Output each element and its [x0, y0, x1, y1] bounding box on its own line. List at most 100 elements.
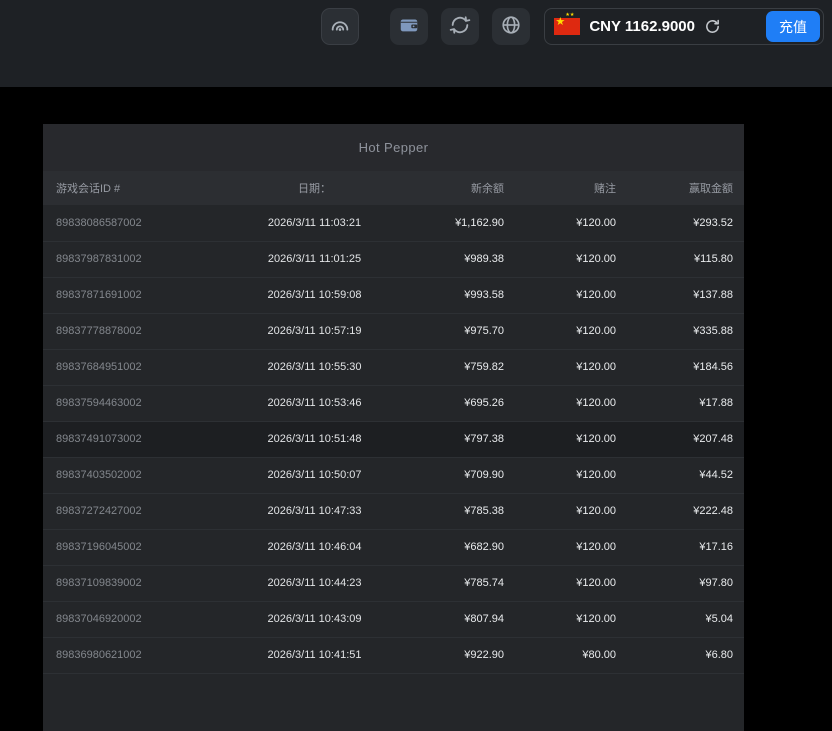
table-row: 898371960450022026/3/11 10:46:04¥682.90¥… — [43, 529, 744, 565]
globe-button[interactable] — [492, 8, 530, 45]
balance-cell: ¥797.38 — [411, 421, 516, 457]
china-flag-icon: ★ ★★ — [554, 18, 580, 35]
wallet-icon — [398, 14, 420, 39]
session-id-cell: 89837272427002 — [43, 493, 218, 529]
currency-display: ★ ★★ CNY 1162.9000 充值 — [544, 8, 824, 45]
table-row: 898369806210022026/3/11 10:41:51¥922.90¥… — [43, 637, 744, 673]
balance-cell: ¥975.70 — [411, 313, 516, 349]
table-row: 898376849510022026/3/11 10:55:30¥759.82¥… — [43, 349, 744, 385]
session-id-cell: 89837109839002 — [43, 565, 218, 601]
win-cell: ¥115.80 — [628, 241, 744, 277]
topbar-icon-group — [390, 8, 530, 45]
win-cell: ¥293.52 — [628, 205, 744, 241]
broadcast-icon — [329, 14, 351, 39]
balance-cell: ¥785.38 — [411, 493, 516, 529]
bet-cell: ¥120.00 — [516, 205, 628, 241]
balance-cell: ¥1,162.90 — [411, 205, 516, 241]
recharge-button[interactable]: 充值 — [766, 11, 820, 42]
wallet-button[interactable] — [390, 8, 428, 45]
balance-cell: ¥682.90 — [411, 529, 516, 565]
topbar-actions: ★ ★★ CNY 1162.9000 充值 — [321, 8, 824, 45]
globe-icon — [500, 14, 522, 39]
date-cell: 2026/3/11 10:41:51 — [218, 637, 411, 673]
table-row: 898370469200022026/3/11 10:43:09¥807.94¥… — [43, 601, 744, 637]
win-cell: ¥5.04 — [628, 601, 744, 637]
session-id-cell: 89837684951002 — [43, 349, 218, 385]
panel-title: Hot Pepper — [43, 124, 744, 171]
balance-cell: ¥807.94 — [411, 601, 516, 637]
date-cell: 2026/3/11 10:47:33 — [218, 493, 411, 529]
column-header: 日期： — [218, 171, 411, 205]
column-header: 赢取金额 — [628, 171, 744, 205]
table-row: 898374910730022026/3/11 10:51:48¥797.38¥… — [43, 421, 744, 457]
sync-icon — [449, 14, 471, 39]
win-cell: ¥222.48 — [628, 493, 744, 529]
session-id-cell: 89837778878002 — [43, 313, 218, 349]
balance-cell: ¥922.90 — [411, 637, 516, 673]
date-cell: 2026/3/11 10:43:09 — [218, 601, 411, 637]
date-cell: 2026/3/11 10:46:04 — [218, 529, 411, 565]
session-id-cell: 89837403502002 — [43, 457, 218, 493]
session-id-cell: 89836980621002 — [43, 637, 218, 673]
table-row: 898378716910022026/3/11 10:59:08¥993.58¥… — [43, 277, 744, 313]
bet-cell: ¥120.00 — [516, 313, 628, 349]
bet-cell: ¥120.00 — [516, 565, 628, 601]
bet-cell: ¥120.00 — [516, 601, 628, 637]
balance-cell: ¥785.74 — [411, 565, 516, 601]
table-row: 898374035020022026/3/11 10:50:07¥709.90¥… — [43, 457, 744, 493]
bet-cell: ¥120.00 — [516, 385, 628, 421]
win-cell: ¥97.80 — [628, 565, 744, 601]
date-cell: 2026/3/11 10:55:30 — [218, 349, 411, 385]
topbar: ★ ★★ CNY 1162.9000 充值 — [0, 0, 832, 87]
table-row: 898380865870022026/3/11 11:03:21¥1,162.9… — [43, 205, 744, 241]
game-history-panel: Hot Pepper 游戏会话ID #日期：新余额赌注赢取金额 89838086… — [43, 124, 744, 731]
bet-cell: ¥120.00 — [516, 529, 628, 565]
win-cell: ¥6.80 — [628, 637, 744, 673]
date-cell: 2026/3/11 11:01:25 — [218, 241, 411, 277]
bet-cell: ¥120.00 — [516, 349, 628, 385]
date-cell: 2026/3/11 10:59:08 — [218, 277, 411, 313]
refresh-balance-icon[interactable] — [704, 18, 721, 35]
bet-cell: ¥120.00 — [516, 457, 628, 493]
table-row: 898371098390022026/3/11 10:44:23¥785.74¥… — [43, 565, 744, 601]
session-id-cell: 89837491073002 — [43, 421, 218, 457]
session-id-cell: 89837196045002 — [43, 529, 218, 565]
date-cell: 2026/3/11 10:50:07 — [218, 457, 411, 493]
date-cell: 2026/3/11 10:57:19 — [218, 313, 411, 349]
bet-cell: ¥120.00 — [516, 241, 628, 277]
table-row: 898377788780022026/3/11 10:57:19¥975.70¥… — [43, 313, 744, 349]
bet-cell: ¥120.00 — [516, 493, 628, 529]
session-id-cell: 89837594463002 — [43, 385, 218, 421]
win-cell: ¥207.48 — [628, 421, 744, 457]
balance-cell: ¥695.26 — [411, 385, 516, 421]
session-id-cell: 89837046920002 — [43, 601, 218, 637]
broadcast-button[interactable] — [321, 8, 359, 45]
win-cell: ¥137.88 — [628, 277, 744, 313]
win-cell: ¥17.88 — [628, 385, 744, 421]
session-id-cell: 89837987831002 — [43, 241, 218, 277]
session-id-cell: 89837871691002 — [43, 277, 218, 313]
table-row: 898375944630022026/3/11 10:53:46¥695.26¥… — [43, 385, 744, 421]
date-cell: 2026/3/11 11:03:21 — [218, 205, 411, 241]
win-cell: ¥335.88 — [628, 313, 744, 349]
column-header: 赌注 — [516, 171, 628, 205]
bet-cell: ¥120.00 — [516, 421, 628, 457]
bet-cell: ¥80.00 — [516, 637, 628, 673]
date-cell: 2026/3/11 10:44:23 — [218, 565, 411, 601]
balance-cell: ¥989.38 — [411, 241, 516, 277]
session-id-cell: 89838086587002 — [43, 205, 218, 241]
balance-cell: ¥759.82 — [411, 349, 516, 385]
date-cell: 2026/3/11 10:53:46 — [218, 385, 411, 421]
date-cell: 2026/3/11 10:51:48 — [218, 421, 411, 457]
balance-cell: ¥709.90 — [411, 457, 516, 493]
balance-cell: ¥993.58 — [411, 277, 516, 313]
column-header: 新余额 — [411, 171, 516, 205]
bet-cell: ¥120.00 — [516, 277, 628, 313]
column-header: 游戏会话ID # — [43, 171, 218, 205]
game-history-table: 游戏会话ID #日期：新余额赌注赢取金额 898380865870022026/… — [43, 171, 744, 674]
win-cell: ¥17.16 — [628, 529, 744, 565]
win-cell: ¥184.56 — [628, 349, 744, 385]
sync-button[interactable] — [441, 8, 479, 45]
balance-text: CNY 1162.9000 — [589, 18, 695, 35]
table-row: 898379878310022026/3/11 11:01:25¥989.38¥… — [43, 241, 744, 277]
